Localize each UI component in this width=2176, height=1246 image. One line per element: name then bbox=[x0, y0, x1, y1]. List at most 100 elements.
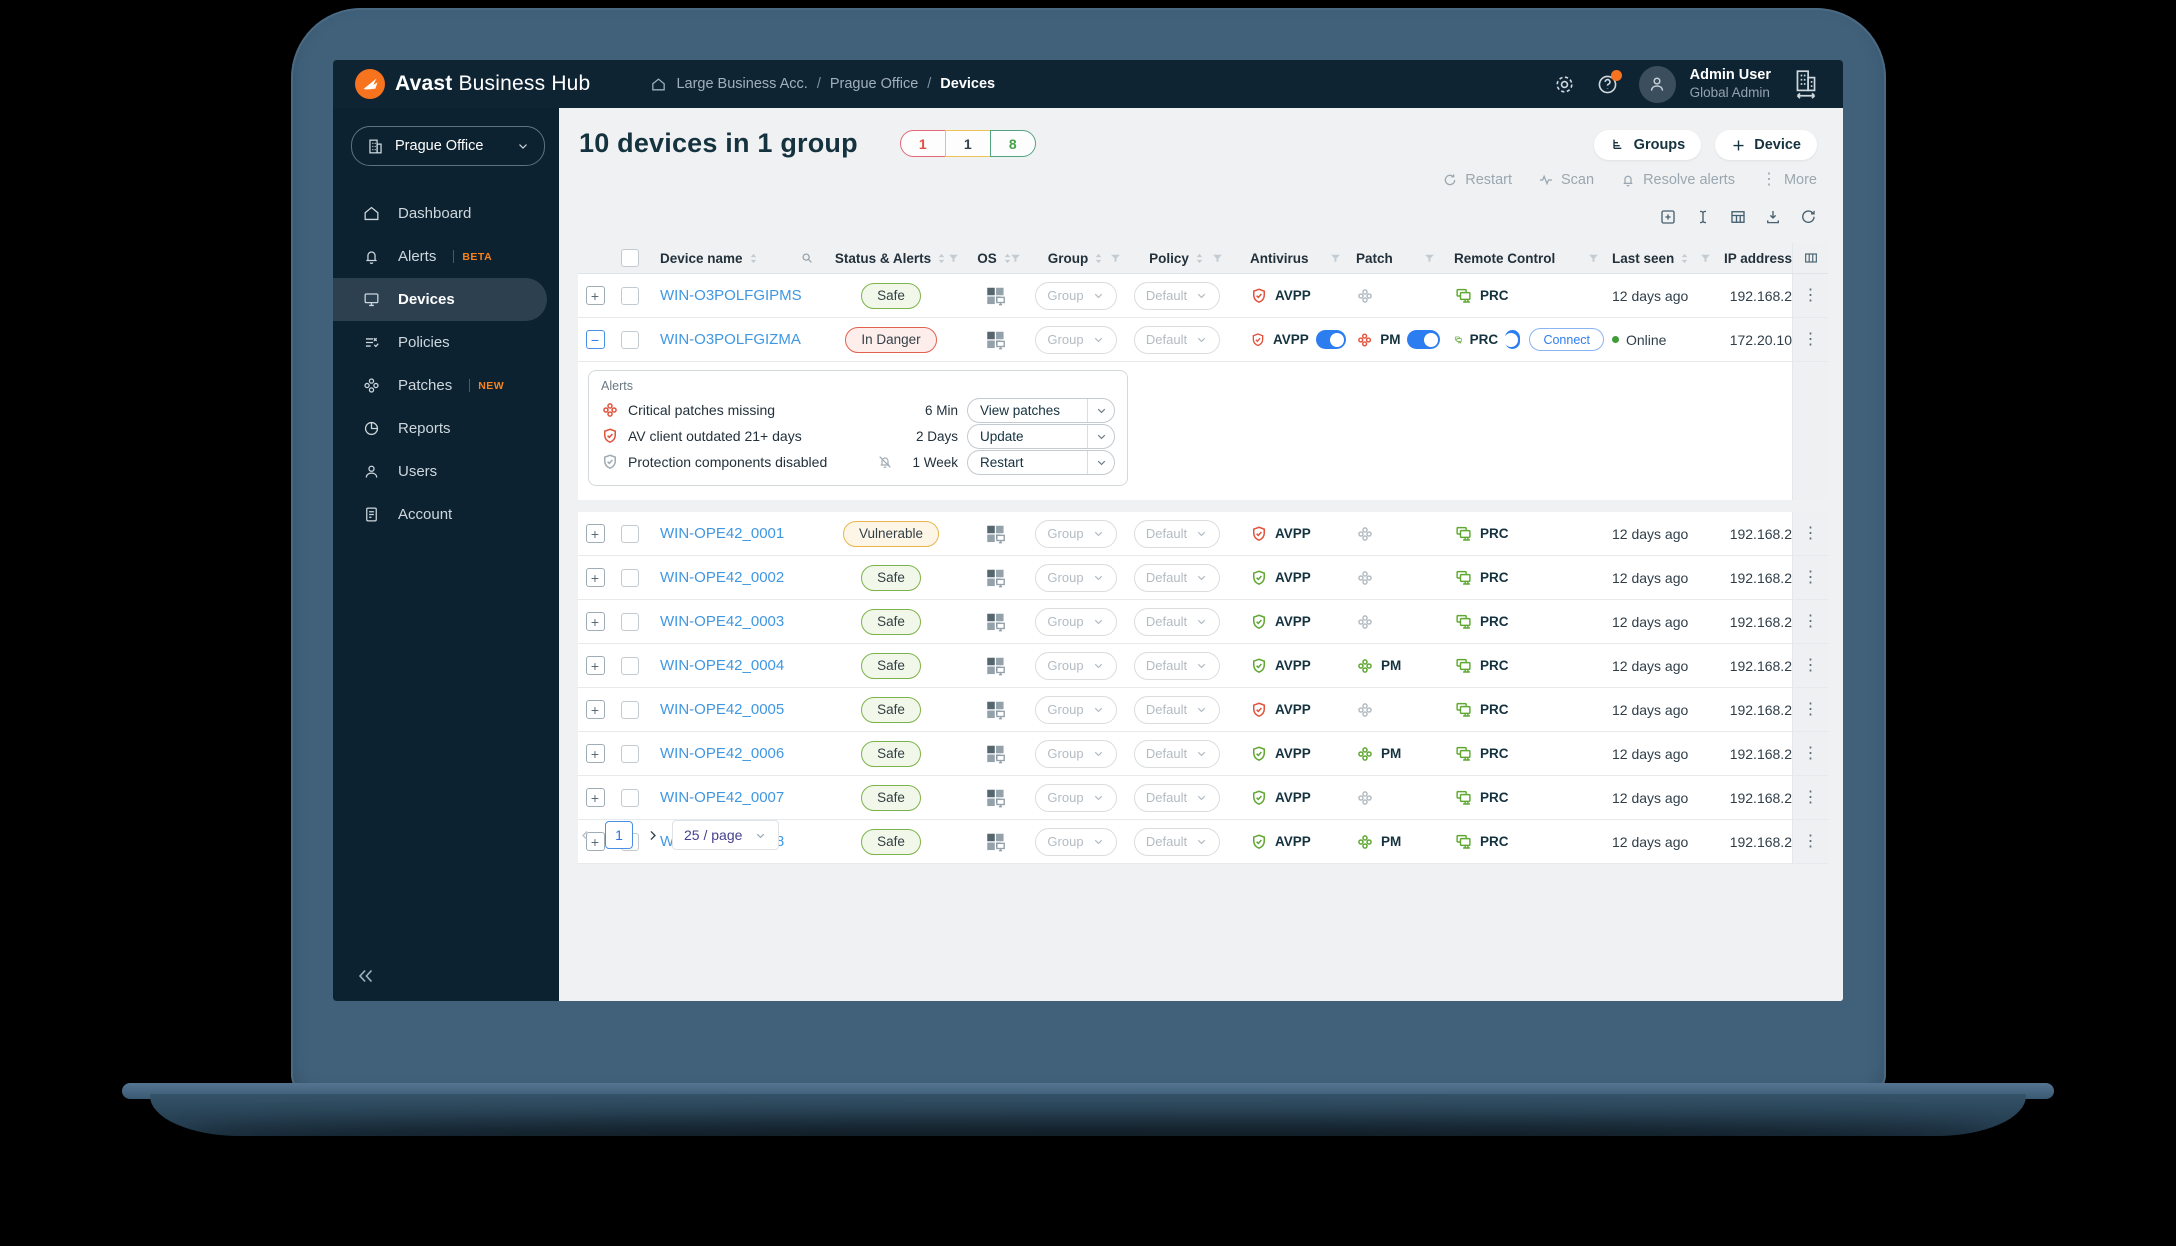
row-checkbox[interactable] bbox=[621, 744, 639, 763]
row-checkbox[interactable] bbox=[621, 656, 639, 675]
group-select[interactable]: Group bbox=[1035, 739, 1117, 768]
group-select[interactable]: Group bbox=[1035, 325, 1117, 354]
device-name-link[interactable]: WIN-OPE42_0006 bbox=[660, 745, 784, 762]
row-checkbox[interactable] bbox=[621, 700, 639, 719]
breadcrumb-item[interactable]: Prague Office bbox=[830, 76, 918, 92]
expand-row-button[interactable]: + bbox=[585, 656, 605, 675]
sidebar-item-reports[interactable]: Reports bbox=[333, 407, 559, 450]
group-select[interactable]: Group bbox=[1035, 695, 1117, 724]
sidebar-item-alerts[interactable]: Alerts BETA bbox=[333, 235, 559, 278]
select-all-checkbox[interactable] bbox=[621, 249, 639, 267]
refresh-icon[interactable] bbox=[1799, 208, 1817, 226]
export-download-icon[interactable] bbox=[1764, 208, 1782, 226]
device-name-link[interactable]: WIN-O3POLFGIPMS bbox=[660, 287, 802, 304]
filter-icon[interactable] bbox=[1211, 252, 1224, 265]
filter-icon[interactable] bbox=[1699, 252, 1712, 265]
sidebar-item-devices[interactable]: Devices bbox=[333, 278, 547, 321]
row-menu-kebab[interactable]: ⋮ bbox=[1803, 789, 1819, 806]
col-last-seen[interactable]: Last seen bbox=[1604, 243, 1716, 273]
restart-action[interactable]: Restart bbox=[1442, 172, 1512, 188]
sidebar-item-users[interactable]: Users bbox=[333, 450, 559, 493]
device-name-link[interactable]: WIN-OPE42_0002 bbox=[660, 569, 784, 586]
sidebar-item-dashboard[interactable]: Dashboard bbox=[333, 192, 559, 235]
settings-gear-icon[interactable] bbox=[1553, 73, 1576, 96]
home-icon[interactable] bbox=[650, 76, 667, 93]
device-name-link[interactable]: WIN-OPE42_0003 bbox=[660, 613, 784, 630]
expand-row-button[interactable]: + bbox=[585, 286, 605, 305]
policy-select[interactable]: Default bbox=[1133, 607, 1221, 636]
expand-row-button[interactable]: + bbox=[585, 744, 605, 763]
add-device-button[interactable]: Device bbox=[1715, 130, 1817, 160]
row-menu-kebab[interactable]: ⋮ bbox=[1803, 833, 1819, 850]
groups-button[interactable]: Groups bbox=[1593, 130, 1702, 160]
col-antivirus[interactable]: Antivirus bbox=[1228, 243, 1346, 273]
expand-row-button[interactable]: + bbox=[585, 524, 605, 543]
expand-row-button[interactable]: + bbox=[585, 612, 605, 631]
device-name-link[interactable]: WIN-OPE42_0007 bbox=[660, 789, 784, 806]
row-checkbox[interactable] bbox=[621, 330, 639, 349]
row-menu-kebab[interactable]: ⋮ bbox=[1803, 657, 1819, 674]
filter-icon[interactable] bbox=[1329, 252, 1342, 265]
count-badge-amber[interactable]: 1 bbox=[944, 130, 991, 157]
page-number[interactable]: 1 bbox=[605, 821, 633, 849]
col-os[interactable]: OS bbox=[964, 243, 1026, 273]
col-group[interactable]: Group bbox=[1026, 243, 1126, 273]
col-patch[interactable]: Patch bbox=[1346, 243, 1440, 273]
connect-button[interactable]: Connect bbox=[1529, 328, 1604, 351]
prev-page-button[interactable] bbox=[578, 828, 593, 843]
filter-icon[interactable] bbox=[1109, 252, 1122, 265]
more-action[interactable]: ⋮ More bbox=[1761, 172, 1817, 189]
sidebar-item-account[interactable]: Account bbox=[333, 493, 559, 536]
expand-row-button[interactable]: + bbox=[585, 788, 605, 807]
policy-select[interactable]: Default bbox=[1133, 563, 1221, 592]
page-size-select[interactable]: 25 / page bbox=[672, 820, 780, 850]
org-selector[interactable]: Prague Office bbox=[351, 126, 545, 166]
row-checkbox[interactable] bbox=[621, 524, 639, 543]
group-select[interactable]: Group bbox=[1035, 563, 1117, 592]
filter-icon[interactable] bbox=[1009, 252, 1022, 265]
row-checkbox[interactable] bbox=[621, 612, 639, 631]
antivirus-toggle[interactable] bbox=[1315, 330, 1346, 349]
expand-row-button[interactable]: + bbox=[585, 700, 605, 719]
group-select[interactable]: Group bbox=[1035, 519, 1117, 548]
device-name-link[interactable]: WIN-O3POLFGIZMA bbox=[660, 331, 801, 348]
sidebar-collapse-button[interactable] bbox=[355, 965, 377, 987]
add-column-icon[interactable] bbox=[1659, 208, 1677, 226]
table-view-icon[interactable] bbox=[1729, 208, 1747, 226]
col-ip-address[interactable]: IP address bbox=[1716, 243, 1792, 273]
help-icon[interactable] bbox=[1596, 69, 1622, 96]
col-device-name[interactable]: Device name bbox=[648, 243, 818, 273]
device-name-link[interactable]: WIN-OPE42_0005 bbox=[660, 701, 784, 718]
avatar[interactable] bbox=[1638, 65, 1676, 103]
alert-action-button[interactable]: View patches bbox=[967, 397, 1115, 423]
resolve-alerts-action[interactable]: Resolve alerts bbox=[1620, 172, 1735, 188]
device-name-link[interactable]: WIN-OPE42_0001 bbox=[660, 525, 784, 542]
group-select[interactable]: Group bbox=[1035, 827, 1117, 856]
device-name-link[interactable]: WIN-OPE42_0004 bbox=[660, 657, 784, 674]
row-menu-kebab[interactable]: ⋮ bbox=[1803, 569, 1819, 586]
row-checkbox[interactable] bbox=[621, 788, 639, 807]
policy-select[interactable]: Default bbox=[1133, 281, 1221, 310]
group-select[interactable]: Group bbox=[1035, 651, 1117, 680]
patch-toggle[interactable] bbox=[1407, 330, 1440, 349]
scan-action[interactable]: Scan bbox=[1538, 172, 1594, 188]
row-menu-kebab[interactable]: ⋮ bbox=[1803, 287, 1819, 304]
row-menu-kebab[interactable]: ⋮ bbox=[1803, 613, 1819, 630]
search-icon[interactable] bbox=[800, 251, 814, 265]
device-status-counts[interactable]: 118 bbox=[899, 130, 1036, 157]
sidebar-item-policies[interactable]: Policies bbox=[333, 321, 559, 364]
expand-row-button[interactable]: + bbox=[585, 568, 605, 587]
col-remote-control[interactable]: Remote Control bbox=[1440, 243, 1604, 273]
policy-select[interactable]: Default bbox=[1133, 739, 1221, 768]
user-block[interactable]: Admin User Global Admin bbox=[1690, 67, 1771, 101]
row-menu-kebab[interactable]: ⋮ bbox=[1803, 745, 1819, 762]
column-settings-icon[interactable] bbox=[1792, 243, 1828, 273]
row-checkbox[interactable] bbox=[621, 568, 639, 587]
policy-select[interactable]: Default bbox=[1133, 783, 1221, 812]
filter-icon[interactable] bbox=[1587, 252, 1600, 265]
count-badge-green[interactable]: 8 bbox=[989, 130, 1036, 157]
policy-select[interactable]: Default bbox=[1133, 651, 1221, 680]
col-policy[interactable]: Policy bbox=[1126, 243, 1228, 273]
policy-select[interactable]: Default bbox=[1133, 325, 1221, 354]
breadcrumb-item[interactable]: Large Business Acc. bbox=[676, 76, 807, 92]
